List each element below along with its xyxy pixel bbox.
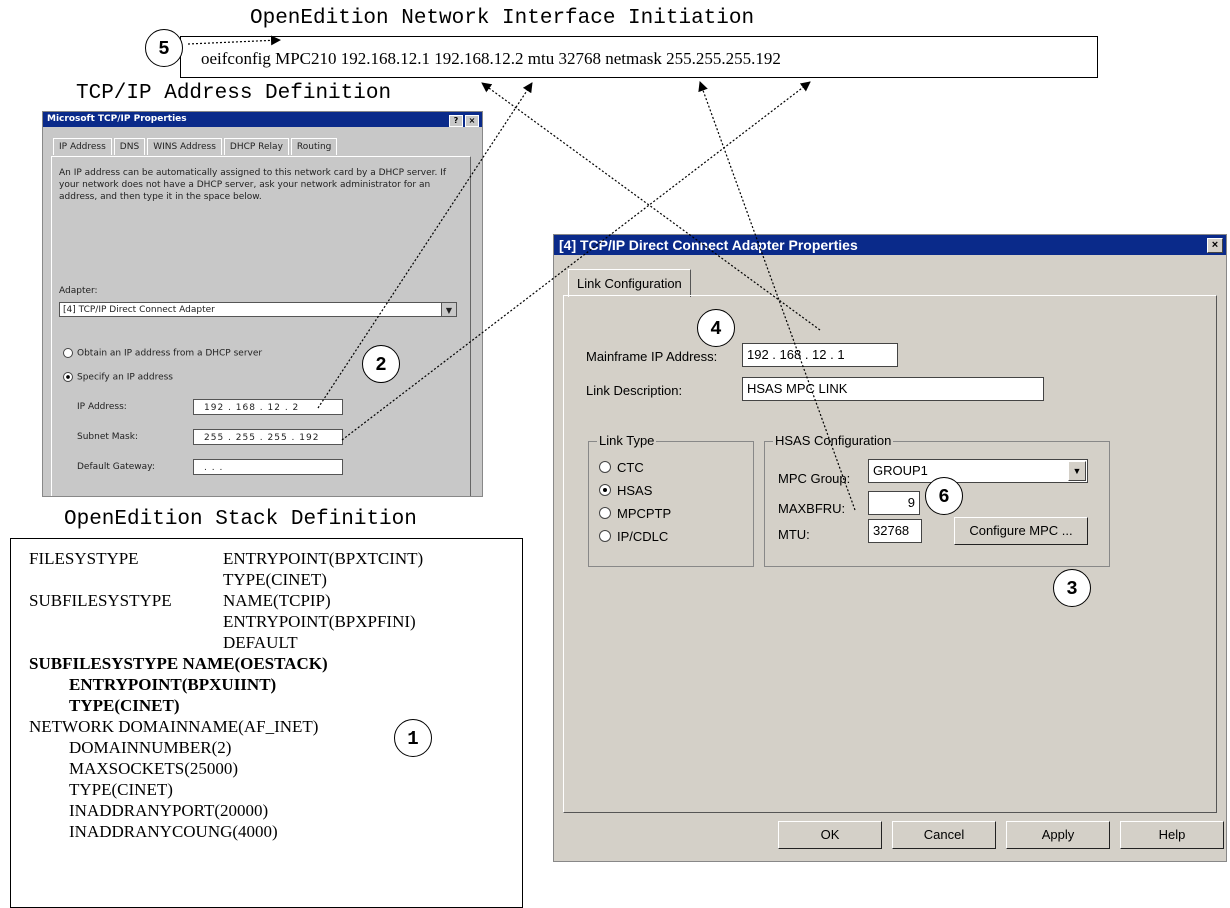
stack-line-1-left: FILESYSTYPE — [29, 549, 139, 568]
stack-definition-box: FILESYSTYPE ENTRYPOINT(BPXTCINT) TYPE(CI… — [10, 538, 523, 908]
dialog-title: [4] TCP/IP Direct Connect Adapter Proper… — [559, 237, 858, 253]
radio-icon — [63, 348, 73, 358]
dialog-titlebar: [4] TCP/IP Direct Connect Adapter Proper… — [554, 235, 1226, 255]
radio-icon — [599, 507, 611, 519]
mpc-group-value: GROUP1 — [873, 463, 928, 478]
callout-5: 5 — [145, 29, 183, 67]
stack-bold-line-1: SUBFILESYSTYPE NAME(OESTACK) — [29, 654, 328, 673]
cancel-button[interactable]: Cancel — [892, 821, 996, 849]
stack-network-line-4: TYPE(CINET) — [69, 780, 173, 799]
radio-mpcptp[interactable]: MPCPTP — [599, 506, 671, 521]
stack-network-line-1: NETWORK DOMAINNAME(AF_INET) — [29, 717, 319, 736]
link-type-legend: Link Type — [597, 433, 657, 448]
oeifconfig-command: oeifconfig MPC210 192.168.12.1 192.168.1… — [201, 49, 781, 68]
stack-network-line-5: INADDRANYPORT(20000) — [69, 801, 269, 820]
small-dialog-titlebar: Microsoft TCP/IP Properties ? × — [43, 112, 482, 127]
ok-button[interactable]: OK — [778, 821, 882, 849]
radio-selected-icon — [599, 484, 611, 496]
adapter-select[interactable]: [4] TCP/IP Direct Connect Adapter ▼ — [59, 302, 457, 317]
help-button[interactable]: Help — [1120, 821, 1224, 849]
default-gateway-label: Default Gateway: — [77, 462, 155, 472]
close-icon[interactable]: × — [1207, 238, 1223, 253]
tab-ip-address[interactable]: IP Address — [53, 138, 112, 155]
subnet-mask-field[interactable]: 255 . 255 . 255 . 192 — [193, 429, 343, 445]
configure-mpc-button[interactable]: Configure MPC ... — [954, 517, 1088, 545]
direct-connect-adapter-dialog: [4] TCP/IP Direct Connect Adapter Proper… — [553, 234, 1227, 862]
small-dialog-title: Microsoft TCP/IP Properties — [47, 114, 187, 124]
subnet-mask-label: Subnet Mask: — [77, 432, 138, 442]
radio-obtain-dhcp-label: Obtain an IP address from a DHCP server — [77, 348, 263, 359]
stack-bold-line-3: TYPE(CINET) — [69, 696, 180, 715]
tab-dns[interactable]: DNS — [113, 138, 146, 155]
callout-4: 4 — [697, 309, 735, 347]
mainframe-ip-label: Mainframe IP Address: — [586, 349, 718, 364]
help-icon[interactable]: ? — [449, 115, 463, 127]
radio-mpcptp-label: MPCPTP — [617, 506, 672, 521]
mpc-group-combo[interactable]: GROUP1 ▼ — [868, 459, 1088, 483]
stack-line-5-right: DEFAULT — [223, 633, 298, 652]
ip-address-label: IP Address: — [77, 402, 127, 412]
small-dialog-description: An IP address can be automatically assig… — [59, 168, 447, 202]
maxbfru-field[interactable]: 9 — [868, 491, 920, 515]
radio-hsas-label: HSAS — [617, 483, 653, 498]
tab-dhcp-relay[interactable]: DHCP Relay — [223, 138, 289, 155]
close-icon[interactable]: × — [465, 115, 479, 127]
ip-address-field[interactable]: 192 . 168 . 12 . 2 — [193, 399, 343, 415]
stack-line-3-right: NAME(TCPIP) — [223, 591, 331, 610]
hsas-configuration-legend: HSAS Configuration — [773, 433, 894, 448]
link-description-label: Link Description: — [586, 383, 683, 398]
apply-button[interactable]: Apply — [1006, 821, 1110, 849]
chevron-down-icon[interactable]: ▼ — [441, 303, 456, 316]
chevron-down-icon[interactable]: ▼ — [1068, 461, 1086, 481]
small-dialog-tabs: IP Address DNS WINS Address DHCP Relay Routi… — [53, 138, 339, 155]
heading-network-interface: OpenEdition Network Interface Initiation — [250, 7, 755, 30]
radio-ip-cdlc[interactable]: IP/CDLC — [599, 529, 668, 544]
tab-routing[interactable]: Routing — [290, 138, 338, 155]
mtu-field[interactable]: 32768 — [868, 519, 922, 543]
tcpip-properties-screenshot: Microsoft TCP/IP Properties ? × IP Addres… — [42, 111, 483, 497]
stack-line-2-right: TYPE(CINET) — [223, 570, 327, 589]
link-description-field[interactable]: HSAS MPC LINK — [742, 377, 1044, 401]
heading-tcpip-address: TCP/IP Address Definition — [76, 82, 392, 105]
tab-link-configuration[interactable]: Link Configuration — [568, 269, 691, 297]
radio-hsas[interactable]: HSAS — [599, 483, 652, 498]
mainframe-ip-field[interactable]: 192 . 168 . 12 . 1 — [742, 343, 898, 367]
stack-network-line-3: MAXSOCKETS(25000) — [69, 759, 239, 778]
mpc-group-label: MPC Group: — [778, 471, 851, 486]
callout-6: 6 — [925, 477, 963, 515]
radio-obtain-dhcp[interactable]: Obtain an IP address from a DHCP server — [63, 348, 262, 359]
maxbfru-label: MAXBFRU: — [778, 501, 846, 516]
default-gateway-field[interactable]: . . . — [193, 459, 343, 475]
tab-wins-address[interactable]: WINS Address — [147, 138, 222, 155]
stack-network-line-6: INADDRANYCOUNG(4000) — [69, 822, 278, 841]
link-type-group: Link Type CTC HSAS MPCPTP IP/CDLC — [588, 433, 754, 567]
stack-line-1-right: ENTRYPOINT(BPXTCINT) — [223, 549, 424, 568]
radio-specify-ip[interactable]: Specify an IP address — [63, 372, 173, 383]
command-box: oeifconfig MPC210 192.168.12.1 192.168.1… — [180, 36, 1098, 78]
radio-icon — [599, 461, 611, 473]
radio-ip-cdlc-label: IP/CDLC — [617, 529, 669, 544]
radio-icon — [599, 530, 611, 542]
mtu-label: MTU: — [778, 527, 810, 542]
callout-1: 1 — [394, 719, 432, 757]
stack-network-line-2: DOMAINNUMBER(2) — [69, 738, 232, 757]
callout-2: 2 — [362, 345, 400, 383]
radio-ctc[interactable]: CTC — [599, 460, 644, 475]
callout-3: 3 — [1053, 569, 1091, 607]
stack-line-3-left: SUBFILESYSTYPE — [29, 591, 172, 610]
stack-bold-line-2: ENTRYPOINT(BPXUIINT) — [69, 675, 277, 694]
radio-specify-ip-label: Specify an IP address — [77, 372, 173, 383]
adapter-label: Adapter: — [59, 286, 98, 296]
stack-line-4-right: ENTRYPOINT(BPXPFINI) — [223, 612, 416, 631]
radio-ctc-label: CTC — [617, 460, 644, 475]
heading-stack-definition: OpenEdition Stack Definition — [64, 508, 417, 531]
radio-selected-icon — [63, 372, 73, 382]
adapter-value: [4] TCP/IP Direct Connect Adapter — [63, 305, 215, 315]
